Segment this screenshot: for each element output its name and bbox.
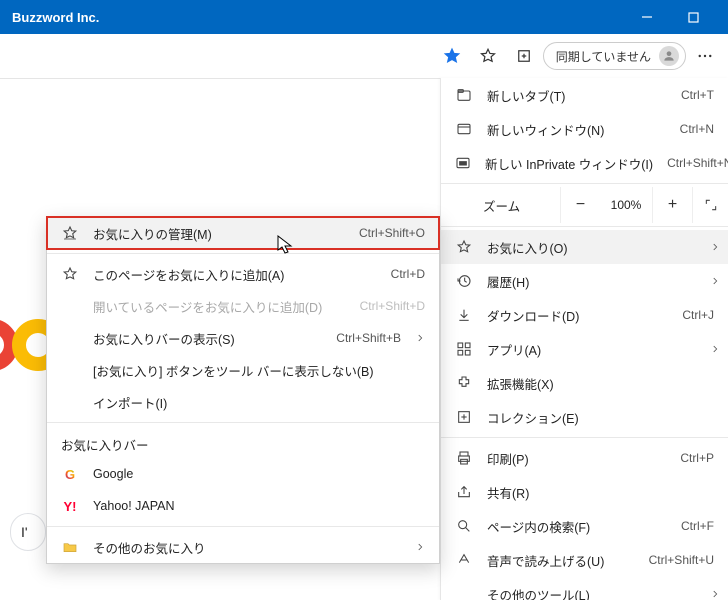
menu-more-tools[interactable]: その他のツール(L) <box>441 577 728 600</box>
menu-new-window[interactable]: 新しいウィンドウ(N) Ctrl+N <box>441 112 728 146</box>
more-menu-button[interactable] <box>688 39 722 73</box>
chevron-right-icon <box>710 589 720 599</box>
maximize-button[interactable] <box>670 0 716 34</box>
extensions-icon <box>455 375 473 391</box>
titlebar: Buzzword Inc. <box>0 0 728 34</box>
collections-icon[interactable] <box>507 39 541 73</box>
menu-zoom: ズーム − 100% + <box>441 187 728 223</box>
zoom-out-button[interactable]: − <box>560 187 600 223</box>
avatar-icon <box>659 46 679 66</box>
main-menu: 新しいタブ(T) Ctrl+T 新しいウィンドウ(N) Ctrl+N 新しい I… <box>440 78 728 600</box>
sync-profile-pill[interactable]: 同期していません <box>543 42 686 70</box>
chevron-right-icon <box>710 344 720 354</box>
menu-new-inprivate[interactable]: 新しい InPrivate ウィンドウ(I) Ctrl+Shift+N <box>441 146 728 180</box>
history-icon <box>455 273 473 289</box>
apps-icon <box>455 341 473 357</box>
favorites-star-outline-icon[interactable] <box>471 39 505 73</box>
star-outline-icon <box>61 266 79 282</box>
read-aloud-icon <box>455 552 473 568</box>
menu-downloads[interactable]: ダウンロード(D) Ctrl+J <box>441 298 728 332</box>
menu-share[interactable]: 共有(R) <box>441 475 728 509</box>
search-icon <box>455 518 473 534</box>
sync-label: 同期していません <box>556 48 651 65</box>
google-logo-fragment <box>0 319 46 375</box>
fav-add-page[interactable]: このページをお気に入りに追加(A) Ctrl+D <box>47 258 439 290</box>
star-list-icon <box>61 225 79 241</box>
search-box-fragment: I' <box>10 513 46 551</box>
collections-icon <box>455 409 473 425</box>
fav-manage[interactable]: お気に入りの管理(M) Ctrl+Shift+O <box>47 217 439 249</box>
menu-new-tab[interactable]: 新しいタブ(T) Ctrl+T <box>441 78 728 112</box>
search-fragment-text: I' <box>21 524 28 540</box>
menu-favorites[interactable]: お気に入り(O) <box>441 230 728 264</box>
fav-item-google[interactable]: G Google <box>47 458 439 490</box>
window-icon <box>455 121 473 137</box>
chevron-right-icon <box>415 542 425 552</box>
fav-bar-header: お気に入りバー <box>47 427 439 458</box>
menu-collections[interactable]: コレクション(E) <box>441 400 728 434</box>
yahoo-favicon: Y! <box>61 499 79 514</box>
star-icon <box>455 239 473 255</box>
fullscreen-button[interactable] <box>692 187 728 223</box>
fav-show-bar[interactable]: お気に入りバーの表示(S) Ctrl+Shift+B <box>47 322 439 354</box>
chevron-right-icon <box>415 333 425 343</box>
print-icon <box>455 450 473 466</box>
menu-history[interactable]: 履歴(H) <box>441 264 728 298</box>
menu-print[interactable]: 印刷(P) Ctrl+P <box>441 441 728 475</box>
zoom-in-button[interactable]: + <box>652 187 692 223</box>
favorites-star-filled-icon[interactable] <box>435 39 469 73</box>
fav-other[interactable]: その他のお気に入り <box>47 531 439 563</box>
zoom-value: 100% <box>600 198 652 212</box>
folder-icon <box>61 539 79 555</box>
fav-item-yahoo[interactable]: Y! Yahoo! JAPAN <box>47 490 439 522</box>
fav-import[interactable]: インポート(I) <box>47 386 439 418</box>
window-title: Buzzword Inc. <box>12 10 99 25</box>
fav-add-open-pages: 開いているページをお気に入りに追加(D) Ctrl+Shift+D <box>47 290 439 322</box>
tab-icon <box>455 87 473 103</box>
share-icon <box>455 484 473 500</box>
chevron-right-icon <box>710 276 720 286</box>
menu-read-aloud[interactable]: 音声で読み上げる(U) Ctrl+Shift+U <box>441 543 728 577</box>
menu-extensions[interactable]: 拡張機能(X) <box>441 366 728 400</box>
toolbar-right: 同期していません <box>425 34 728 78</box>
chevron-right-icon <box>710 242 720 252</box>
download-icon <box>455 307 473 323</box>
inprivate-icon <box>455 155 471 171</box>
menu-apps[interactable]: アプリ(A) <box>441 332 728 366</box>
menu-find[interactable]: ページ内の検索(F) Ctrl+F <box>441 509 728 543</box>
fav-hide-button[interactable]: [お気に入り] ボタンをツール バーに表示しない(B) <box>47 354 439 386</box>
favorites-submenu: お気に入りの管理(M) Ctrl+Shift+O このページをお気に入りに追加(… <box>46 216 440 564</box>
google-favicon: G <box>61 467 79 482</box>
minimize-button[interactable] <box>624 0 670 34</box>
